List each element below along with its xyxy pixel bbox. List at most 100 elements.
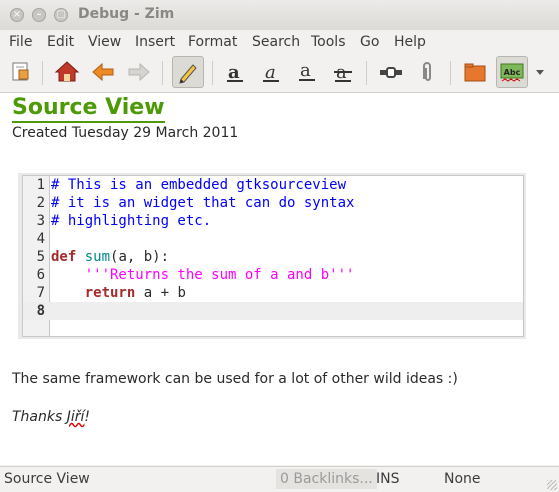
page-list-button[interactable] [6, 57, 36, 87]
resize-grip[interactable] [547, 480, 557, 490]
thanks-end: ! [84, 409, 91, 425]
home-icon [54, 61, 80, 82]
thanks-word: Thanks [12, 409, 67, 425]
underline-icon: a [299, 60, 315, 81]
code-token: # This is an embedded gtksourceview [51, 177, 347, 193]
svg-text:a: a [265, 62, 276, 83]
menu-edit[interactable]: Edit [47, 34, 74, 50]
line-number: 4 [36, 231, 45, 247]
page-icon [12, 62, 29, 81]
spellcheck-button[interactable]: Abc [496, 56, 528, 88]
back-button[interactable] [88, 57, 118, 87]
code-text: '''Returns the sum of a and b''' [51, 266, 355, 284]
code-line[interactable]: 6 '''Returns the sum of a and b''' [23, 266, 523, 284]
code-text: # highlighting etc. [51, 212, 211, 230]
title-bar: × – □ Debug - Zim [0, 0, 559, 30]
close-icon: × [12, 9, 22, 20]
created-date: Created Tuesday 29 March 2011 [12, 125, 239, 141]
folder-icon [464, 63, 486, 82]
menu-format[interactable]: Format [188, 34, 237, 50]
backlinks-button[interactable]: 0 Backlinks... [276, 469, 377, 489]
menu-view[interactable]: View [88, 34, 121, 50]
underline-button[interactable]: a [292, 57, 322, 87]
code-token: '''Returns the sum of a and b''' [84, 267, 355, 283]
toolbar: a a a a Abc [0, 54, 559, 93]
code-token: return [84, 285, 136, 301]
bold-icon: a [227, 62, 243, 83]
source-view-block: 1 # This is an embedded gtksourceview 2 # i… [18, 173, 526, 339]
code-line[interactable]: 1 # This is an embedded gtksourceview [23, 176, 523, 194]
menu-insert[interactable]: Insert [135, 34, 175, 50]
svg-text:Abc: Abc [504, 68, 521, 77]
strike-button[interactable]: a [328, 57, 358, 87]
attach-icon [423, 62, 431, 81]
page-editor[interactable]: Source View Created Tuesday 29 March 201… [0, 93, 559, 465]
menubar: File Edit View Insert Format Search Tool… [0, 30, 559, 54]
toolbar-overflow-button[interactable] [530, 57, 550, 87]
dropdown-arrow-icon [536, 70, 544, 75]
code-text: # it is an widget that can do syntax [51, 194, 354, 212]
code-line[interactable]: 3 # highlighting etc. [23, 212, 523, 230]
code-line[interactable]: 5 def sum(a, b): [23, 248, 523, 266]
link-icon [380, 67, 402, 78]
code-line[interactable]: 4 [23, 230, 523, 248]
code-text: def sum(a, b): [51, 248, 169, 266]
edit-toggle-button[interactable] [172, 56, 204, 88]
back-arrow-icon [92, 62, 114, 82]
code-token: sum [84, 249, 111, 265]
forward-button[interactable] [124, 57, 154, 87]
strike-icon: a [334, 62, 352, 83]
spellcheck-icon: Abc [500, 63, 524, 82]
code-token: def [51, 249, 77, 265]
code-line[interactable]: 8 [23, 302, 523, 320]
code-text: # This is an embedded gtksourceview [51, 176, 346, 194]
style-indicator[interactable]: None [444, 471, 481, 487]
line-number: 8 [36, 303, 45, 319]
line-number: 6 [36, 267, 45, 283]
close-window-button[interactable]: × [10, 8, 24, 22]
page-heading: Source View [12, 95, 165, 123]
maximize-icon: □ [56, 9, 66, 20]
insert-link-button[interactable] [376, 57, 406, 87]
bold-button[interactable]: a [220, 57, 250, 87]
status-bar: Source View 0 Backlinks... INS None [0, 466, 559, 492]
line-number: 3 [36, 213, 45, 229]
minimize-window-button[interactable]: – [32, 8, 46, 22]
window-title: Debug - Zim [78, 6, 175, 22]
source-view-editor[interactable]: 1 # This is an embedded gtksourceview 2 # i… [22, 175, 524, 337]
app-window: × – □ Debug - Zim File Edit View Insert … [0, 0, 559, 492]
menu-search[interactable]: Search [252, 34, 300, 50]
line-number: 2 [36, 195, 45, 211]
italic-icon: a [263, 62, 279, 83]
forward-arrow-icon [128, 62, 150, 82]
menu-tools[interactable]: Tools [311, 34, 346, 50]
code-token: # highlighting etc. [51, 213, 212, 229]
code-text: return a + b [51, 284, 186, 302]
code-token: a + b [135, 285, 186, 301]
svg-text:a: a [228, 62, 240, 83]
home-button[interactable] [52, 57, 82, 87]
open-folder-button[interactable] [460, 57, 490, 87]
status-page-name: Source View [4, 471, 90, 487]
attach-file-button[interactable] [412, 57, 442, 87]
maximize-window-button[interactable]: □ [54, 8, 68, 22]
body-paragraph: The same framework can be used for a lot… [12, 371, 458, 387]
menu-go[interactable]: Go [360, 34, 379, 50]
code-line[interactable]: 7 return a + b [23, 284, 523, 302]
svg-text:a: a [300, 60, 311, 81]
italic-button[interactable]: a [256, 57, 286, 87]
thanks-line: Thanks Jiří! [12, 409, 90, 425]
misspelled-name: Jiří [66, 409, 85, 425]
code-line[interactable]: 2 # it is an widget that can do syntax [23, 194, 523, 212]
code-token: # it is an widget that can do syntax [51, 195, 355, 211]
minimize-icon: – [36, 9, 42, 20]
line-number: 7 [36, 285, 45, 301]
line-number: 1 [36, 177, 45, 193]
menu-help[interactable]: Help [394, 34, 426, 50]
edit-pencil-icon [179, 64, 197, 84]
code-token: (a, b): [110, 249, 170, 265]
menu-file[interactable]: File [9, 34, 32, 50]
